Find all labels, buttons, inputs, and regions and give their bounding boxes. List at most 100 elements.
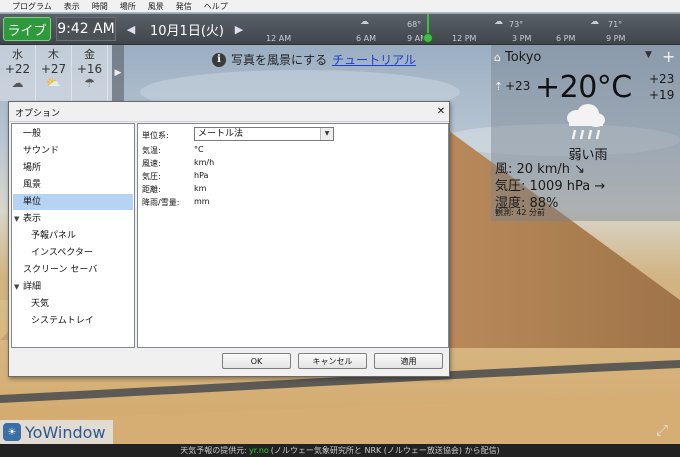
tree-item-label: スクリーン セーバ xyxy=(23,265,98,275)
tree-item-label: 場所 xyxy=(23,163,42,173)
rain-cloud-icon: ☂ xyxy=(84,76,95,90)
expand-arrow-icon[interactable]: ▼ xyxy=(14,211,19,227)
observed-time: 観測: 42 分前 xyxy=(495,208,545,217)
tree-item-inspector[interactable]: インスペクター xyxy=(13,245,133,261)
chevron-down-icon[interactable]: ▼ xyxy=(645,50,652,60)
forecast-day-temp: +22 xyxy=(4,62,31,76)
units-settings-pane: 単位系: メートル法 ▼ 気温: °C 風速: km/h 気圧: hPa 距離:… xyxy=(137,123,449,348)
expand-arrow-icon[interactable]: ▼ xyxy=(14,279,19,295)
cloud-icon: ☁ xyxy=(494,17,503,27)
tree-item-display[interactable]: ▼ 表示 xyxy=(13,211,133,227)
timeline-temp: 73° xyxy=(509,20,524,29)
forecast-day-name: 木 xyxy=(48,48,59,61)
menu-program[interactable]: プログラム xyxy=(6,0,58,13)
time-toolbar: ライブ 9:42 AM ◀ 10月1日(火) ▶ ☁ ☁ ☁ 68° 73° 7… xyxy=(0,14,680,45)
forecast-day-name: 水 xyxy=(12,48,23,61)
menu-time[interactable]: 時間 xyxy=(86,0,114,13)
tutorial-link[interactable]: チュートリアル xyxy=(332,51,416,68)
unit-row-value: hPa xyxy=(194,171,209,180)
unit-row-value: °C xyxy=(194,145,204,154)
close-icon[interactable]: ✕ xyxy=(434,104,448,118)
menu-location[interactable]: 場所 xyxy=(114,0,142,13)
tree-item-forecast-panel[interactable]: 予報パネル xyxy=(13,228,133,244)
yowindow-logo-icon: ☀ xyxy=(3,423,21,441)
forecast-day-name: 金 xyxy=(84,48,95,61)
tree-item-weather[interactable]: 天気 xyxy=(13,296,133,312)
tree-item-advanced[interactable]: ▼ 詳細 xyxy=(13,279,133,295)
tree-item-location[interactable]: 場所 xyxy=(13,160,133,176)
unit-row-label: 気圧: xyxy=(142,172,161,181)
home-icon: ⌂ xyxy=(494,50,501,64)
tree-item-landscape[interactable]: 風景 xyxy=(13,177,133,193)
tree-item-label: 詳細 xyxy=(23,282,42,292)
city-name[interactable]: Tokyo xyxy=(505,50,541,65)
tree-item-sound[interactable]: サウンド xyxy=(13,143,133,159)
forecast-day[interactable]: 水 +22 ☁ xyxy=(0,45,36,101)
status-prefix: 天気予報の提供元: xyxy=(180,446,247,455)
tree-item-units[interactable]: 単位 xyxy=(13,194,133,210)
current-temperature: +20°C xyxy=(535,70,632,105)
forecast-expand-button[interactable]: ▶ xyxy=(112,45,124,101)
unit-system-select[interactable]: メートル法 ▼ xyxy=(194,127,334,141)
menu-share[interactable]: 発信 xyxy=(170,0,198,13)
weather-panel: ⌂ Tokyo ▼ + ⇡ +23 +20°C +23 +19 弱い雨 風: 2… xyxy=(491,45,680,221)
options-dialog: オプション ✕ 一般 サウンド 場所 風景 単位 ▼ 表示 予報パネル インスペク… xyxy=(8,101,450,377)
app-logo[interactable]: ☀ YoWindow xyxy=(0,420,113,444)
low-temp: +19 xyxy=(649,88,675,102)
tree-item-label: 風景 xyxy=(23,180,42,190)
tree-item-label: 予報パネル xyxy=(31,231,77,241)
timeline-hour: 12 AM xyxy=(266,34,292,43)
forecast-day-temp: +16 xyxy=(76,62,103,76)
info-icon: i xyxy=(212,52,226,67)
tree-item-label: 単位 xyxy=(23,197,42,207)
cloud-icon: ☁ xyxy=(590,17,599,27)
status-bar: 天気予報の提供元: yr.no (ノルウェー気象研究所と NRK (ノルウェー放… xyxy=(0,444,680,457)
menu-help[interactable]: ヘルプ xyxy=(198,0,234,13)
tree-item-system-tray[interactable]: システムトレイ xyxy=(13,313,133,329)
add-location-icon[interactable]: + xyxy=(662,47,675,66)
apply-button[interactable]: 適用 xyxy=(374,353,443,369)
unit-row-value: km xyxy=(194,184,207,193)
forecast-day[interactable]: 金 +16 ☂ xyxy=(72,45,108,101)
tutorial-text: 写真を風景にする xyxy=(231,53,328,67)
unit-row-label: 距離: xyxy=(142,185,161,194)
tree-item-general[interactable]: 一般 xyxy=(13,126,133,142)
chevron-left-icon[interactable]: ◀ xyxy=(124,19,138,39)
unit-system-label: 単位系: xyxy=(142,131,169,140)
menu-view[interactable]: 表示 xyxy=(58,0,86,13)
dialog-title: オプション xyxy=(15,109,61,119)
feels-like-temp: +23 xyxy=(505,79,531,93)
forecast-day-temp: +27 xyxy=(40,62,67,76)
dialog-title-bar[interactable]: オプション ✕ xyxy=(9,102,449,122)
partly-cloudy-icon: ⛅ xyxy=(46,76,61,90)
date-label: 10月1日(火) xyxy=(150,23,224,39)
feels-like-arrow-icon: ⇡ xyxy=(494,80,504,93)
menu-landscape[interactable]: 風景 xyxy=(142,0,170,13)
ok-button[interactable]: OK xyxy=(222,353,291,369)
app-name: YoWindow xyxy=(25,422,106,442)
unit-row-label: 降雨/雪量: xyxy=(142,198,180,207)
tree-item-label: 表示 xyxy=(23,214,42,224)
tree-item-screensaver[interactable]: スクリーン セーバ xyxy=(13,262,133,278)
unit-system-value: メートル法 xyxy=(198,129,244,139)
chevron-down-icon[interactable]: ▼ xyxy=(320,128,333,140)
timeline-temp: 68° xyxy=(407,20,422,29)
tree-item-label: システムトレイ xyxy=(31,316,94,326)
tree-item-label: 天気 xyxy=(31,299,50,309)
timeline-marker-handle[interactable] xyxy=(423,33,433,43)
fullscreen-icon[interactable]: ⤢ xyxy=(656,421,668,439)
high-temp: +23 xyxy=(649,72,675,86)
status-suffix: (ノルウェー気象研究所と NRK (ノルウェー放送協会) から配信) xyxy=(270,446,500,455)
cloud-icon: ☁ xyxy=(11,76,24,90)
timeline-temp: 71° xyxy=(608,20,623,29)
tutorial-hint: i 写真を風景にする チュートリアル xyxy=(212,51,416,68)
chevron-right-icon[interactable]: ▶ xyxy=(232,19,246,39)
unit-row-value: km/h xyxy=(194,158,215,167)
cancel-button[interactable]: キャンセル xyxy=(298,353,367,369)
forecast-day[interactable]: 木 +27 ⛅ xyxy=(36,45,72,101)
current-time: 9:42 AM xyxy=(56,17,116,41)
timeline-slider[interactable]: ☁ ☁ ☁ 68° 73° 71° 12 AM 6 AM 9 AM 12 PM … xyxy=(252,14,680,45)
provider-link[interactable]: yr.no xyxy=(249,446,269,455)
city-selector[interactable]: ⌂ Tokyo ▼ + xyxy=(494,47,677,66)
live-button[interactable]: ライブ xyxy=(3,17,51,41)
